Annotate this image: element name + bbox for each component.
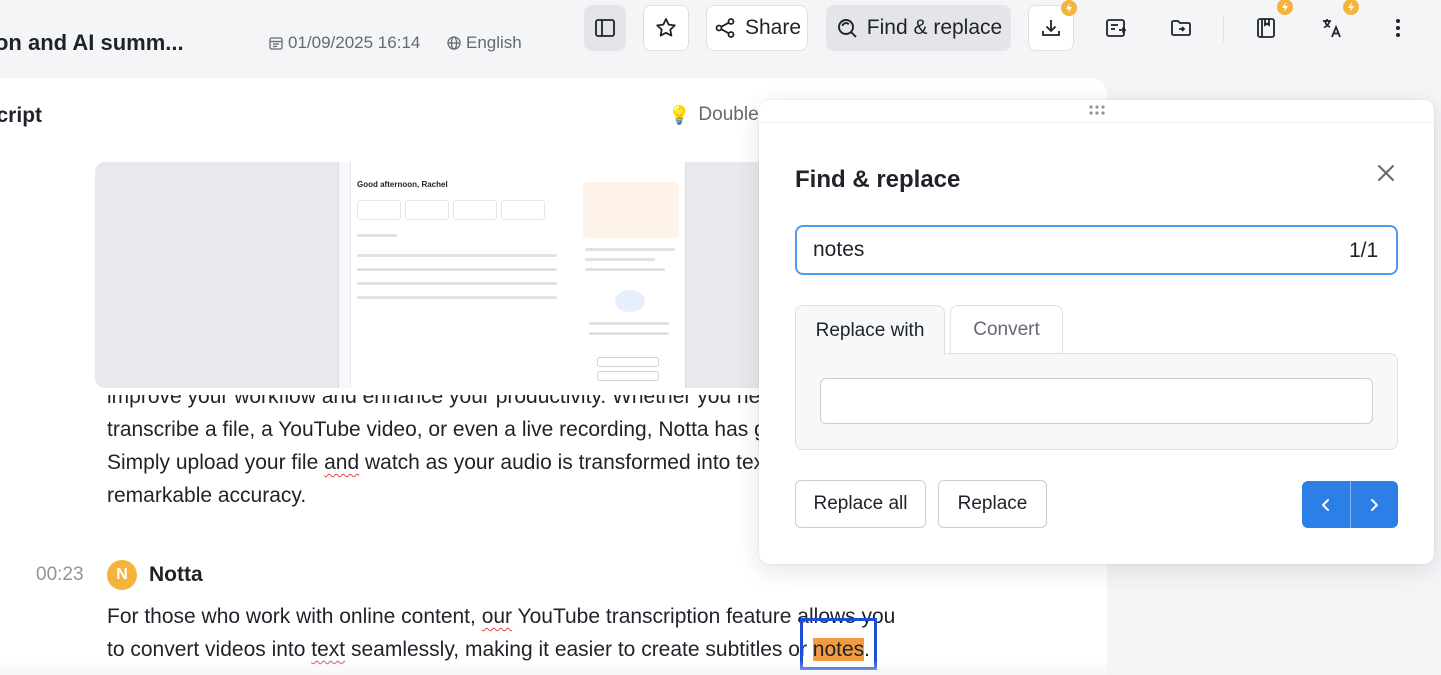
download-icon [1042, 20, 1060, 36]
globe-icon [447, 36, 461, 50]
video-thumbnail: Good afternoon, Rachel [338, 162, 686, 388]
premium-bolt-icon [1277, 0, 1293, 15]
spellcheck-word: our [481, 605, 513, 628]
find-replace-dialog: Find & replace 1/1 Replace with Convert … [759, 100, 1434, 564]
text-span: watch as your audio is transformed into … [359, 451, 765, 474]
find-replace-label: Find & replace [866, 16, 1003, 39]
thumb-line [357, 234, 397, 237]
thumb-line [585, 258, 655, 261]
thumb-card [501, 200, 545, 220]
thumb-card [405, 200, 449, 220]
speaker-avatar: N [107, 560, 137, 590]
thumb-greeting: Good afternoon, Rachel [357, 180, 448, 189]
translate-button[interactable] [1309, 0, 1359, 51]
star-icon [656, 18, 676, 37]
export-button[interactable] [1093, 5, 1139, 51]
close-button[interactable] [1373, 160, 1399, 186]
thumb-line [357, 282, 557, 285]
export-icon [1106, 19, 1127, 37]
previous-match-button[interactable] [1302, 481, 1350, 528]
dialog-title: Find & replace [795, 166, 961, 193]
thumb-line [585, 268, 665, 271]
transcript-paragraph[interactable]: For those who work with online content, … [107, 600, 907, 666]
favorite-button[interactable] [643, 5, 689, 51]
replace-button[interactable]: Replace [938, 480, 1047, 528]
premium-bolt-icon [1061, 0, 1077, 16]
thumb-line [357, 268, 557, 271]
tab-convert[interactable]: Convert [950, 305, 1063, 354]
text-line: For those who work with online content, … [107, 600, 907, 633]
thumb-button [597, 357, 659, 367]
share-label: Share [744, 16, 802, 39]
match-navigation [1302, 481, 1398, 528]
segment-timestamp[interactable]: 00:23 [36, 564, 84, 586]
text-span: to convert videos into [107, 638, 312, 661]
notebook-button[interactable] [1243, 0, 1293, 51]
thumb-line [589, 332, 669, 335]
text-span: seamlessly, making it easier to create s… [345, 638, 813, 661]
dialog-divider [759, 122, 1434, 123]
thumb-line [589, 322, 669, 325]
speaker-name[interactable]: Notta [149, 563, 203, 587]
date-text: 01/09/2025 16:14 [288, 33, 421, 52]
thumb-card [357, 200, 401, 220]
more-icon [1396, 19, 1400, 37]
share-button[interactable]: Share [706, 5, 808, 51]
next-match-button[interactable] [1351, 481, 1399, 528]
notebook-icon [1257, 18, 1275, 38]
thumb-card [453, 200, 497, 220]
folder-icon [1171, 20, 1191, 36]
spellcheck-word: text [311, 638, 346, 661]
thumb-sidebar [339, 162, 351, 388]
thumb-promo-card [583, 182, 679, 238]
drag-handle-icon[interactable] [1087, 104, 1107, 118]
text-span: Simply upload your file [107, 451, 325, 474]
spellcheck-word: and [324, 451, 360, 474]
sidebar-toggle-icon [595, 19, 615, 37]
thumb-button [597, 371, 659, 381]
calendar-icon [269, 37, 283, 50]
find-replace-button[interactable]: Find & replace [826, 5, 1011, 51]
thumb-line [585, 248, 675, 251]
language-meta[interactable]: English [446, 33, 522, 53]
find-input[interactable] [795, 225, 1398, 275]
thumb-line [357, 296, 557, 299]
close-icon [1378, 165, 1394, 181]
replace-input[interactable] [820, 378, 1373, 424]
section-title: nscript [0, 104, 43, 127]
tip-hint: 💡 Double- [668, 104, 765, 126]
sidebar-toggle-button[interactable] [584, 5, 626, 51]
lightbulb-icon: 💡 [668, 104, 691, 125]
thumb-illustration [615, 290, 645, 312]
more-button[interactable] [1375, 5, 1421, 51]
chevron-right-icon [1371, 498, 1379, 511]
thumb-line [357, 254, 557, 257]
find-replace-icon [837, 19, 857, 38]
match-count: 1/1 [1349, 239, 1379, 262]
language-text: English [466, 33, 522, 52]
tab-replace-with[interactable]: Replace with [795, 305, 945, 355]
bottom-fade [0, 660, 1107, 675]
toolbar-divider [1223, 16, 1224, 42]
save-to-folder-button[interactable] [1158, 5, 1204, 51]
translate-icon [1323, 19, 1341, 38]
date-meta: 01/09/2025 16:14 [268, 33, 420, 53]
header: iption and AI summ... 01/09/2025 16:14 E… [0, 0, 1441, 80]
share-icon [715, 18, 735, 38]
replace-all-button[interactable]: Replace all [795, 480, 926, 528]
video-player[interactable]: Good afternoon, Rachel [95, 162, 775, 388]
premium-bolt-icon [1343, 0, 1359, 15]
document-title[interactable]: iption and AI summ... [0, 30, 184, 56]
download-button[interactable] [1028, 0, 1077, 51]
text-span: For those who work with online content, [107, 605, 482, 628]
chevron-left-icon [1321, 498, 1329, 511]
replace-tab-panel [795, 353, 1398, 450]
tip-text: Double- [698, 104, 765, 125]
